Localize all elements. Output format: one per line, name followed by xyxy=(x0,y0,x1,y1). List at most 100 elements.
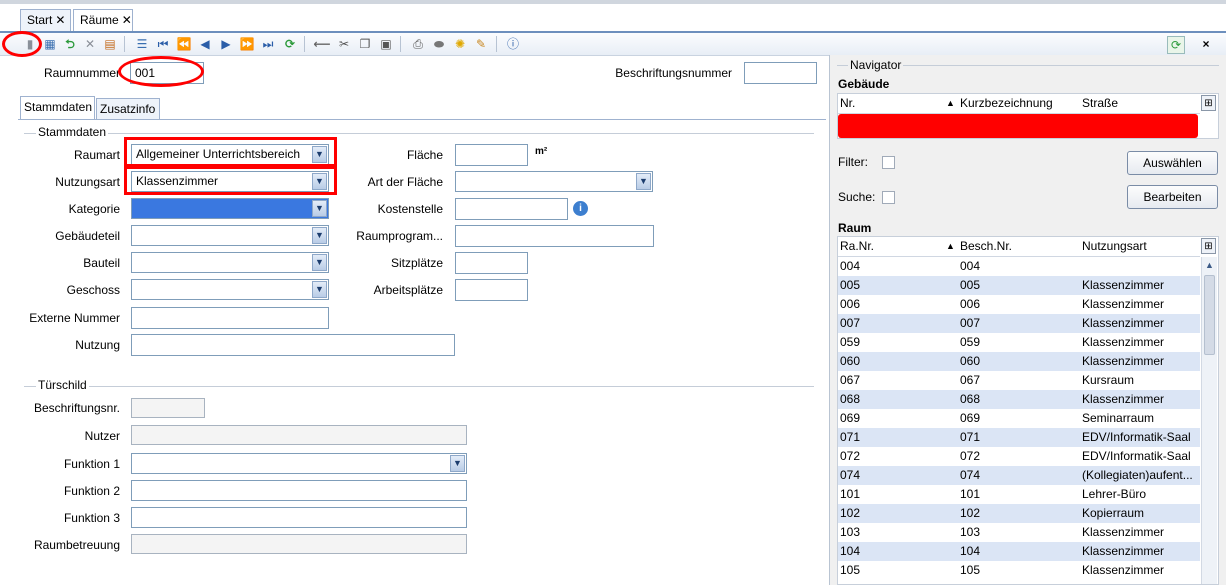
chevron-down-icon[interactable]: ▼ xyxy=(312,200,327,217)
table-row[interactable]: 104 104 Klassenzimmer xyxy=(838,542,1200,561)
column-chooser-icon[interactable]: ⊞ xyxy=(1201,95,1216,111)
suche-checkbox[interactable] xyxy=(882,191,895,204)
vertical-scrollbar[interactable]: ▲ xyxy=(1201,257,1217,584)
tab-start[interactable]: Start ✕ xyxy=(20,9,71,31)
geschoss-select[interactable]: ▼ xyxy=(131,279,329,300)
info-icon[interactable]: i xyxy=(573,201,588,216)
table-row[interactable]: 059 059 Klassenzimmer xyxy=(838,333,1200,352)
gebaeudeteil-select[interactable]: ▼ xyxy=(131,225,329,246)
externe-nummer-field[interactable] xyxy=(131,307,329,329)
bauteil-select[interactable]: ▼ xyxy=(131,252,329,273)
help-icon[interactable]: ⓘ xyxy=(505,36,521,52)
prev-page-icon[interactable]: ⏪ xyxy=(176,36,192,52)
column-header-kurzbezeichnung[interactable]: Kurzbezeichnung xyxy=(960,94,1053,113)
arbeitsplaetze-field[interactable] xyxy=(455,279,528,301)
filter-checkbox[interactable] xyxy=(882,156,895,169)
table-row[interactable]: 074 074 (Kollegiaten)aufent... xyxy=(838,466,1200,485)
chevron-down-icon[interactable]: ▼ xyxy=(450,455,465,472)
chevron-down-icon[interactable]: ▼ xyxy=(312,227,327,244)
table-row[interactable]: 101 101 Lehrer-Büro xyxy=(838,485,1200,504)
table-row[interactable]: 068 068 Klassenzimmer xyxy=(838,390,1200,409)
sort-ascending-icon: ▲ xyxy=(946,241,955,251)
cell-beschnr: 004 xyxy=(960,259,981,273)
kostenstelle-field[interactable] xyxy=(455,198,568,220)
cell-nutzungsart: Klassenzimmer xyxy=(1082,354,1165,368)
kategorie-select[interactable]: ▼ xyxy=(131,198,329,219)
chevron-down-icon[interactable]: ▼ xyxy=(312,281,327,298)
table-row[interactable]: 007 007 Klassenzimmer xyxy=(838,314,1200,333)
cell-nutzungsart: Klassenzimmer xyxy=(1082,392,1165,406)
column-header-strasse[interactable]: Straße xyxy=(1082,94,1118,113)
delete-icon[interactable]: ✕ xyxy=(82,36,98,52)
bearbeiten-button[interactable]: Bearbeiten xyxy=(1127,185,1218,209)
scrollbar-thumb[interactable] xyxy=(1204,275,1215,355)
cut-icon[interactable]: ✂ xyxy=(336,36,352,52)
next-icon[interactable]: ▶ xyxy=(218,36,234,52)
column-header-ranr[interactable]: Ra.Nr. xyxy=(840,237,874,256)
back-arrow-icon[interactable]: ⟵ xyxy=(313,36,330,52)
bulb-icon[interactable]: ✺ xyxy=(452,36,468,52)
cell-beschnr: 060 xyxy=(960,354,981,368)
undo-icon[interactable]: ⮌ xyxy=(62,36,78,52)
refresh-green-icon[interactable]: ⟳ xyxy=(1167,36,1185,54)
funktion2-field[interactable] xyxy=(131,480,467,501)
funktion1-select[interactable]: ▼ xyxy=(131,453,467,474)
table-row[interactable]: 006 006 Klassenzimmer xyxy=(838,295,1200,314)
table-row[interactable]: 071 071 EDV/Informatik-Saal xyxy=(838,428,1200,447)
flaeche-label: Fläche xyxy=(406,148,443,162)
cell-beschnr: 104 xyxy=(960,544,981,558)
tab-stammdaten[interactable]: Stammdaten xyxy=(20,96,95,120)
chevron-down-icon[interactable]: ▼ xyxy=(636,173,651,190)
brush-icon[interactable]: ✎ xyxy=(473,36,489,52)
table-row[interactable]: 060 060 Klassenzimmer xyxy=(838,352,1200,371)
column-header-beschnr[interactable]: Besch.Nr. xyxy=(960,237,1012,256)
sort-ascending-icon: ▲ xyxy=(946,98,955,108)
highlight-box-raumart xyxy=(124,137,337,167)
cell-ranr: 104 xyxy=(840,544,861,558)
auswaehlen-button[interactable]: Auswählen xyxy=(1127,151,1218,175)
nutzer-field xyxy=(131,425,467,445)
table-row[interactable]: 072 072 EDV/Informatik-Saal xyxy=(838,447,1200,466)
nutzung-field[interactable] xyxy=(131,334,455,356)
close-icon[interactable]: ✕ xyxy=(122,13,132,27)
art-der-flaeche-select[interactable]: ▼ xyxy=(455,171,653,192)
close-panel-button[interactable]: × xyxy=(1198,36,1214,52)
tab-raeume[interactable]: Räume ✕ xyxy=(73,9,133,31)
cell-beschnr: 072 xyxy=(960,449,981,463)
arbeitsplaetze-label: Arbeitsplätze xyxy=(373,283,443,297)
table-row[interactable]: 004 004 xyxy=(838,257,1200,276)
tab-zusatzinfo[interactable]: Zusatzinfo xyxy=(96,98,160,120)
refresh-icon[interactable]: ⟳ xyxy=(282,36,298,52)
next-page-icon[interactable]: ⏩ xyxy=(239,36,255,52)
kostenstelle-label: Kostenstelle xyxy=(377,202,443,216)
table-row[interactable]: 105 105 Klassenzimmer xyxy=(838,561,1200,580)
scroll-up-icon[interactable]: ▲ xyxy=(1203,259,1216,272)
redacted-building-row[interactable] xyxy=(838,114,1198,138)
copy-icon[interactable]: ❐ xyxy=(357,36,373,52)
navigator-panel: Navigator Gebäude Nr. ▲ Kurzbezeichnung … xyxy=(829,55,1226,585)
table-row[interactable]: 005 005 Klassenzimmer xyxy=(838,276,1200,295)
preview-icon[interactable]: ⬬ xyxy=(431,36,447,52)
last-icon[interactable]: ⏭ xyxy=(260,36,276,52)
table-row[interactable]: 067 067 Kursraum xyxy=(838,371,1200,390)
print-icon[interactable]: ⎙ xyxy=(410,36,426,52)
properties-icon[interactable]: ▤ xyxy=(102,36,118,52)
table-row[interactable]: 103 103 Klassenzimmer xyxy=(838,523,1200,542)
prev-icon[interactable]: ◀ xyxy=(197,36,213,52)
sitzplaetze-field[interactable] xyxy=(455,252,528,274)
beschriftungsnummer-field[interactable] xyxy=(744,62,817,84)
chevron-down-icon[interactable]: ▼ xyxy=(312,254,327,271)
column-header-nr[interactable]: Nr. xyxy=(840,94,855,113)
close-icon[interactable]: ✕ xyxy=(55,13,65,27)
table-row[interactable]: 069 069 Seminarraum xyxy=(838,409,1200,428)
paste-icon[interactable]: ▣ xyxy=(378,36,394,52)
funktion3-field[interactable] xyxy=(131,507,467,528)
raumprogramm-field[interactable] xyxy=(455,225,654,247)
list-icon[interactable]: ☰ xyxy=(134,36,150,52)
table-row[interactable]: 102 102 Kopierraum xyxy=(838,504,1200,523)
column-header-nutzungsart[interactable]: Nutzungsart xyxy=(1082,237,1147,256)
flaeche-field[interactable] xyxy=(455,144,528,166)
save-icon[interactable]: ▦ xyxy=(42,36,58,52)
first-icon[interactable]: ⏮ xyxy=(155,36,171,52)
column-chooser-icon[interactable]: ⊞ xyxy=(1201,238,1216,254)
